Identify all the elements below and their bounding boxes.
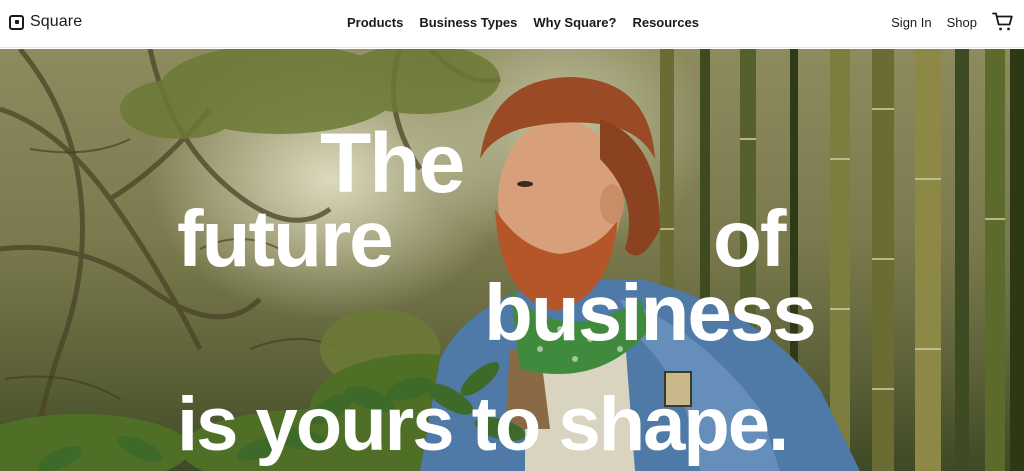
nav-link-products[interactable]: Products bbox=[347, 15, 403, 30]
hero-photo bbox=[0, 49, 1024, 471]
account-actions: Sign In Shop bbox=[891, 12, 1014, 32]
main-menu: Products Business Types Why Square? Reso… bbox=[347, 15, 699, 30]
nav-link-why-square[interactable]: Why Square? bbox=[533, 15, 616, 30]
cart-icon[interactable] bbox=[992, 12, 1014, 32]
hero-banner: The future of business is yours to shape… bbox=[0, 49, 1024, 471]
nav-link-business-types[interactable]: Business Types bbox=[419, 15, 517, 30]
logo-text: Square bbox=[30, 13, 83, 30]
square-logo-icon bbox=[9, 14, 24, 30]
shop-link[interactable]: Shop bbox=[947, 15, 977, 30]
nav-link-resources[interactable]: Resources bbox=[632, 15, 698, 30]
square-logo[interactable]: Square bbox=[9, 13, 82, 31]
top-navigation: Square Products Business Types Why Squar… bbox=[0, 0, 1024, 48]
sign-in-link[interactable]: Sign In bbox=[891, 15, 931, 30]
